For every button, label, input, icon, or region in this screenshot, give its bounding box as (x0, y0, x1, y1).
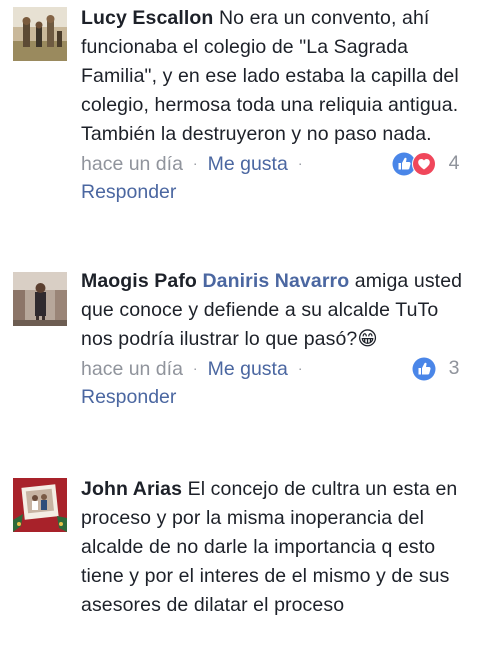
separator-dot: · (192, 155, 198, 171)
reactions-summary[interactable] (412, 354, 436, 383)
comment-author[interactable]: Lucy Escallon (81, 7, 213, 29)
comment-actions: hace un día · Me gusta · 3 (81, 354, 466, 383)
comment-timestamp[interactable]: hace un día (81, 358, 183, 380)
avatar[interactable] (13, 7, 67, 61)
avatar-photo-icon (13, 272, 67, 326)
comment-text: Lucy Escallon No era un convento, ahí fu… (81, 4, 466, 149)
mention-link[interactable]: Daniris Navarro (202, 270, 349, 292)
comment-timestamp[interactable]: hace un día (81, 153, 183, 175)
avatar[interactable] (13, 478, 67, 532)
like-icon (412, 357, 436, 380)
reply-button[interactable]: Responder (81, 383, 466, 412)
reactions-summary[interactable] (392, 149, 436, 178)
comment-author[interactable]: John Arias (81, 478, 182, 500)
separator-dot: · (297, 360, 303, 376)
comment-text: John Arias El concejo de cultra un esta … (81, 475, 466, 620)
separator-dot: · (192, 360, 198, 376)
reaction-count[interactable]: 4 (442, 149, 466, 178)
reaction-count[interactable]: 3 (442, 354, 466, 383)
reply-button[interactable]: Responder (81, 178, 466, 207)
like-button[interactable]: Me gusta (208, 153, 288, 175)
comment: John Arias El concejo de cultra un esta … (0, 475, 466, 620)
avatar-photo-icon (13, 7, 67, 61)
comment: Maogis Pafo Daniris Navarro amiga usted … (0, 267, 466, 412)
comment: Lucy Escallon No era un convento, ahí fu… (0, 4, 466, 207)
love-icon (412, 151, 436, 176)
separator-dot: · (297, 155, 303, 171)
like-button[interactable]: Me gusta (208, 358, 288, 380)
comment-text: Maogis Pafo Daniris Navarro amiga usted … (81, 267, 466, 354)
avatar[interactable] (13, 272, 67, 326)
avatar-photo-icon (13, 478, 67, 532)
comment-author[interactable]: Maogis Pafo (81, 270, 197, 292)
comment-actions: hace un día · Me gusta · 4 (81, 149, 466, 178)
